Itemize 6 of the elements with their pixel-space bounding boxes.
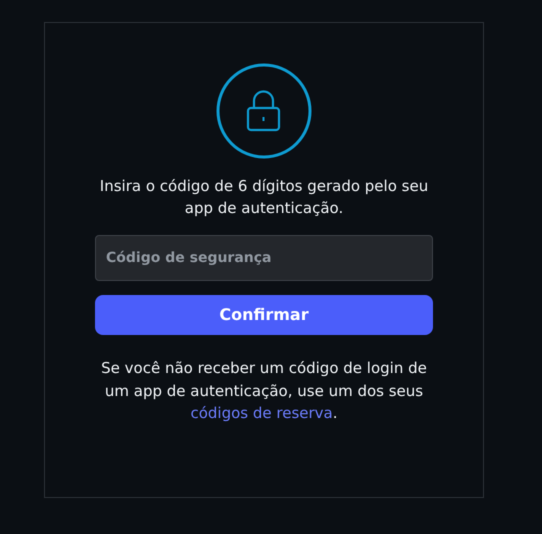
backup-codes-link[interactable]: códigos de reserva [190, 404, 333, 422]
security-code-field[interactable]: Código de segurança [95, 235, 433, 281]
help-text: Se você não receber um código de login de um app de autenticação, use um dos seus códigos de reserva. [100, 358, 428, 424]
confirm-button[interactable]: Confirmar [95, 295, 433, 335]
instruction-text: Insira o código de 6 dígitos gerado pelo seu app de autenticação. [99, 176, 429, 219]
lock-icon [216, 63, 312, 159]
